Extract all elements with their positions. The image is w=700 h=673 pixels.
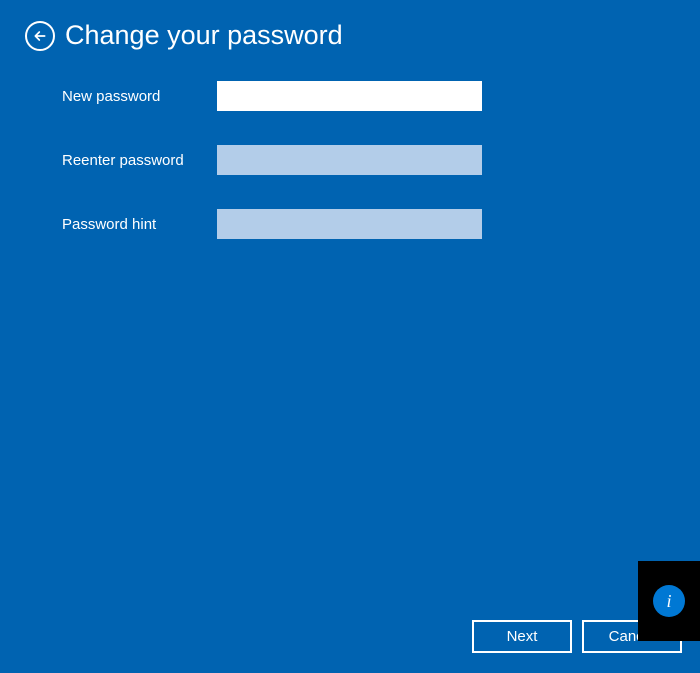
new-password-label: New password	[62, 88, 217, 105]
arrow-left-icon	[32, 28, 48, 44]
back-button[interactable]	[25, 21, 55, 51]
page-title: Change your password	[65, 20, 343, 51]
reenter-password-input[interactable]	[217, 145, 482, 175]
next-button[interactable]: Next	[472, 620, 572, 653]
reenter-password-row: Reenter password	[62, 145, 700, 175]
password-hint-label: Password hint	[62, 216, 217, 233]
password-form: New password Reenter password Password h…	[0, 51, 700, 239]
password-hint-input[interactable]	[217, 209, 482, 239]
reenter-password-label: Reenter password	[62, 152, 217, 169]
info-overlay[interactable]: i	[638, 561, 700, 641]
info-icon: i	[653, 585, 685, 617]
new-password-row: New password	[62, 81, 700, 111]
new-password-input[interactable]	[217, 81, 482, 111]
header: Change your password	[0, 0, 700, 51]
password-hint-row: Password hint	[62, 209, 700, 239]
